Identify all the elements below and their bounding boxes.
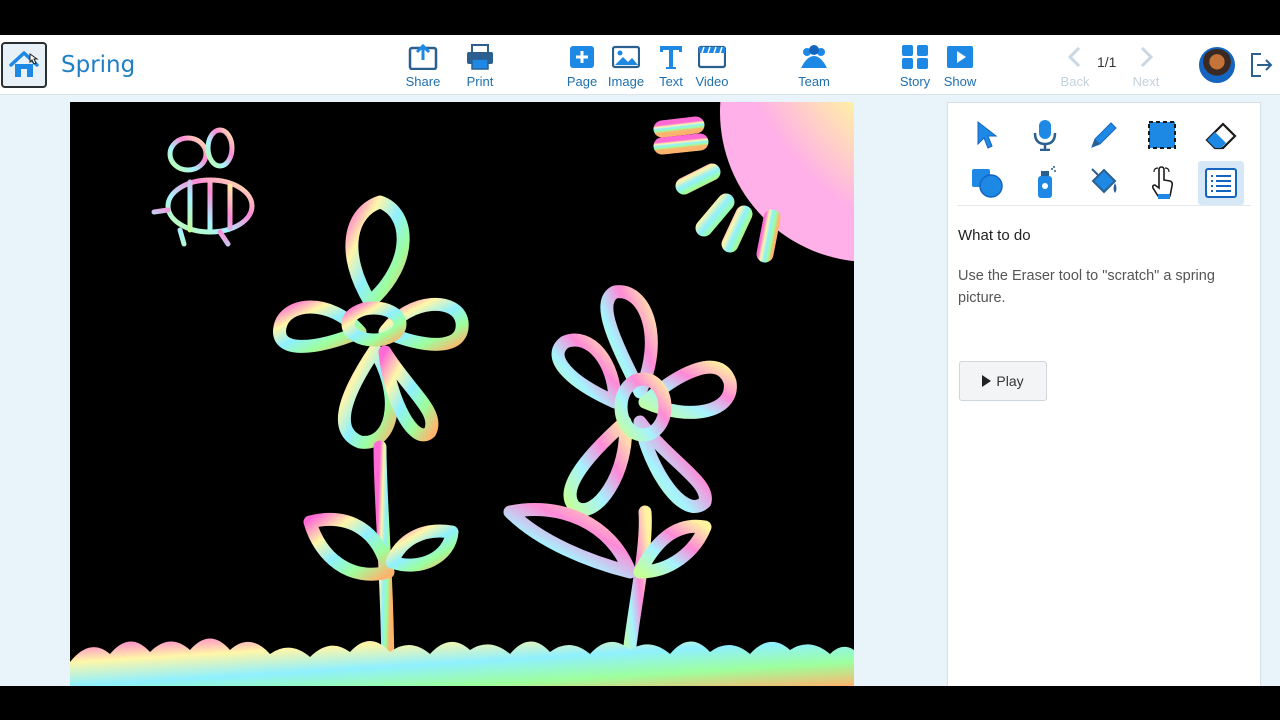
shapes-icon (972, 169, 1003, 198)
chevron-left-icon (1067, 46, 1081, 68)
eraser-tool[interactable] (1198, 113, 1244, 157)
eraser-icon (1205, 122, 1237, 150)
panel-heading: What to do (958, 227, 1031, 244)
instructions-tool[interactable] (1198, 161, 1244, 205)
story-label: Story (899, 74, 931, 89)
spray-can-icon (1038, 166, 1056, 198)
share-label: Share (405, 74, 441, 89)
selection-box-icon (1148, 121, 1176, 149)
image-icon (612, 45, 640, 69)
next-label: Next (1132, 74, 1160, 89)
touch-tool[interactable] (1139, 161, 1185, 205)
video-icon (698, 45, 726, 69)
document-title[interactable]: Spring (61, 52, 135, 78)
text-label: Text (659, 74, 683, 89)
image-label: Image (607, 74, 645, 89)
share-button[interactable]: Share (398, 43, 448, 91)
printer-icon (467, 44, 493, 70)
show-label: Show (943, 74, 977, 89)
add-video-button[interactable]: Video (687, 43, 737, 91)
spray-tool[interactable] (1022, 161, 1068, 205)
story-button[interactable]: Story (890, 43, 940, 91)
back-button[interactable]: Back (1050, 43, 1100, 91)
next-button[interactable]: Next (1121, 43, 1171, 91)
team-label: Team (798, 74, 830, 89)
home-icon (9, 51, 39, 77)
print-label: Print (466, 74, 494, 89)
exit-button[interactable] (1249, 52, 1273, 78)
select-tool[interactable] (964, 113, 1010, 157)
team-icon (801, 45, 827, 68)
add-image-button[interactable]: Image (601, 43, 651, 91)
home-button[interactable] (1, 42, 47, 88)
letterbox-bottom (0, 686, 1280, 720)
microphone-icon (1033, 120, 1057, 151)
scratch-art-drawing (70, 102, 854, 686)
drawing-canvas[interactable] (70, 102, 854, 686)
app-screen: Spring Share Print Page Image Text Video… (0, 35, 1280, 686)
bee-drawing (151, 127, 255, 247)
share-icon (408, 44, 438, 70)
pen-tool[interactable] (1081, 113, 1127, 157)
pen-icon (1091, 122, 1117, 148)
fill-tool[interactable] (1081, 161, 1127, 205)
play-button[interactable]: Play (959, 361, 1047, 401)
ground-grass (70, 638, 854, 686)
instructions-text: Use the Eraser tool to "scratch" a sprin… (958, 268, 1215, 306)
user-avatar[interactable] (1199, 47, 1235, 83)
text-icon (660, 46, 682, 69)
video-label: Video (695, 74, 729, 89)
exit-icon (1251, 53, 1273, 77)
tool-panel: What to do Use the Eraser tool to "scrat… (947, 102, 1261, 686)
play-icon (982, 375, 992, 387)
back-label: Back (1060, 74, 1090, 89)
play-label: Play (996, 373, 1024, 389)
print-button[interactable]: Print (455, 43, 505, 91)
team-button[interactable]: Team (789, 43, 839, 91)
panel-divider (957, 205, 1251, 206)
right-flower-drawing (503, 285, 737, 686)
paint-bucket-icon (1091, 168, 1117, 194)
instructions-list-icon (1205, 168, 1237, 198)
top-toolbar: Spring Share Print Page Image Text Video… (0, 35, 1280, 95)
app-window: Spring Share Print Page Image Text Video… (0, 0, 1280, 720)
show-button[interactable]: Show (935, 43, 985, 91)
add-page-icon (570, 46, 594, 68)
shapes-tool[interactable] (964, 161, 1010, 205)
add-page-button[interactable]: Page (557, 43, 607, 91)
play-show-icon (947, 46, 973, 68)
page-label: Page (566, 74, 598, 89)
chevron-right-icon (1140, 46, 1154, 68)
selection-tool[interactable] (1139, 113, 1185, 157)
select-icon (977, 120, 998, 149)
story-grid-icon (902, 45, 928, 69)
left-flower-drawing (273, 195, 469, 686)
touch-hand-icon (1151, 166, 1174, 199)
page-counter: 1/1 (1097, 54, 1117, 70)
record-tool[interactable] (1022, 113, 1068, 157)
